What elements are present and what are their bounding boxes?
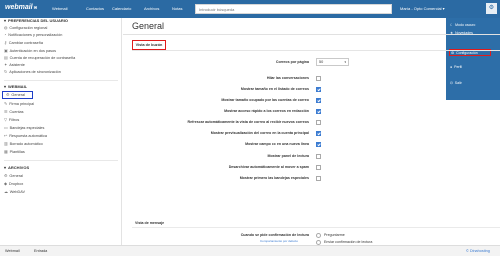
user-menu[interactable]: María - Opto Comercial ▾	[400, 0, 445, 18]
nav-notes[interactable]: Notas	[172, 0, 182, 18]
option-label: Hilar las conversaciones	[266, 76, 309, 80]
option-label: Mostrar tamaño ocupado por las cuentas d…	[221, 98, 309, 102]
status-webmail[interactable]: Webmail	[5, 246, 20, 256]
sidebar-item-2fa[interactable]: ▣ Autenticación en dos pasos	[4, 48, 56, 54]
option-checkbox[interactable]	[316, 98, 321, 103]
template-icon: ▦	[4, 150, 8, 154]
main-content: General Vista de buzón Correos por págin…	[123, 18, 500, 245]
option-checkbox[interactable]	[316, 154, 321, 159]
accounts-icon: ☰	[4, 110, 8, 114]
mails-per-page-select[interactable]: 50 ▾	[316, 58, 349, 66]
bell-icon: ◔	[4, 33, 7, 37]
chevron-down-icon: ▾	[344, 60, 346, 64]
chevron-down-icon: ▾	[4, 18, 7, 23]
nav-calendar[interactable]: Calendario	[112, 0, 131, 18]
option-label: Mostrar primero las bandejas especiales	[239, 176, 309, 180]
sidebar-item-assistant[interactable]: ✦ Asistente	[4, 62, 25, 68]
sidebar-item-files-general[interactable]: ⚙ General	[4, 173, 23, 179]
reply-icon: ↩	[4, 134, 8, 138]
divider	[4, 80, 118, 81]
tab-mailbox-view[interactable]: Vista de buzón	[132, 40, 166, 50]
sidebar-item-accounts[interactable]: ☰ Cuentas	[4, 109, 24, 115]
sidebar-item-general[interactable]: ⚙ General	[2, 91, 33, 99]
option-checkbox[interactable]	[316, 165, 321, 170]
sidebar-item-special-folders[interactable]: ▭ Bandejas especiales	[4, 125, 44, 131]
cloud-icon: ☁	[4, 190, 8, 194]
sidebar-item-recovery[interactable]: ▤ Cuenta de recuperación de contraseña	[4, 55, 75, 61]
option-label: Mostrar panel de lectura	[267, 154, 309, 158]
sidebar-item-dropbox[interactable]: ◆ Dropbox	[4, 181, 23, 187]
nav-contacts[interactable]: Contactos	[86, 0, 104, 18]
divider	[132, 227, 500, 228]
gear-icon: ⚙	[4, 174, 8, 178]
radio-ask[interactable]	[316, 233, 321, 238]
sidebar-item-signature[interactable]: ✎ Firma principal	[4, 101, 34, 107]
option-checkbox[interactable]	[316, 142, 321, 147]
lock-icon: ▣	[4, 49, 8, 53]
option-label: Mostrar tamaño en el listado de correos	[240, 87, 309, 91]
status-brand: © Dinahosting	[466, 249, 490, 253]
sidebar-item-sync[interactable]: ↻ Aplicaciones de sincronización	[4, 69, 61, 75]
mails-per-page-label: Correos por página	[275, 60, 309, 64]
option-label: Refrescar automáticamente la vista de co…	[187, 120, 309, 124]
option-label: Mostrar campo cc en una nueva linea	[245, 142, 309, 146]
mail-icon: ✉	[32, 5, 38, 10]
option-label: Desarchivar automáticamente al mover a s…	[228, 165, 309, 169]
radio-ask-label: Preguntarme	[324, 233, 345, 237]
option-checkbox[interactable]	[316, 87, 321, 92]
pen-icon: ✎	[4, 102, 8, 106]
search-input[interactable]	[196, 5, 391, 13]
gear-icon[interactable]: ⚙	[486, 3, 497, 14]
filter-icon: ▽	[4, 118, 7, 122]
option-checkbox[interactable]	[316, 76, 321, 81]
reading-section-title: Vista de mensaje	[135, 221, 165, 225]
divider	[123, 34, 500, 35]
option-label: Mostrar previsualización del correo en l…	[210, 131, 309, 135]
option-checkbox[interactable]	[316, 120, 321, 125]
nav-webmail[interactable]: Webmail	[52, 0, 68, 18]
section-files[interactable]: ▾ ARCHIVOS	[4, 165, 29, 170]
option-checkbox[interactable]	[316, 131, 321, 136]
sidebar-item-password[interactable]: ⚷ Cambiar contraseña	[4, 40, 43, 46]
trash-icon: ▥	[4, 142, 8, 146]
radio-send-confirmation-label: Enviar confirmación de lectura	[324, 240, 373, 244]
sidebar-item-autoreply[interactable]: ↩ Respuesta automática	[4, 133, 47, 139]
status-bar: Webmail Entrada © Dinahosting	[0, 245, 500, 256]
option-checkbox[interactable]	[316, 176, 321, 181]
sidebar-item-templates[interactable]: ▦ Plantillas	[4, 149, 25, 155]
key-icon: ⚷	[4, 41, 7, 45]
section-preferences[interactable]: ▾ PREFERENCIAS DEL USUARIO	[4, 18, 68, 23]
divider	[4, 160, 118, 161]
globe-icon: ◍	[4, 26, 8, 30]
sidebar-item-notifications[interactable]: ◔ Notificaciones y personalización	[4, 32, 62, 38]
divider	[132, 50, 500, 51]
chevron-down-icon: ▾	[4, 165, 7, 170]
sidebar-item-regional[interactable]: ◍ Configuración regional	[4, 25, 47, 31]
search-box	[195, 4, 392, 14]
sidebar: ▾ PREFERENCIAS DEL USUARIO ◍ Configuración…	[0, 18, 122, 245]
wand-icon: ✦	[4, 63, 8, 67]
gear-icon: ⚙	[6, 93, 10, 97]
confirm-label: Cuando se pide confirmación de lectura	[240, 233, 309, 237]
folder-icon: ▭	[4, 126, 8, 130]
recovery-icon: ▤	[4, 56, 8, 60]
sidebar-item-autodelete[interactable]: ▥ Borrado automático	[4, 141, 43, 147]
confirm-hint: Comportamiento por defecto	[260, 239, 299, 243]
sidebar-item-webdav[interactable]: ☁ WebDAV	[4, 189, 25, 195]
app-logo[interactable]: webmail ✉	[5, 4, 37, 11]
section-webmail[interactable]: ▾ WEBMAIL	[4, 84, 27, 89]
page-title: General	[132, 21, 165, 31]
option-label: Mostrar acceso rápido a los correos en r…	[224, 109, 309, 113]
sidebar-item-filters[interactable]: ▽ Filtros	[4, 117, 19, 123]
nav-files[interactable]: Archivos	[144, 0, 159, 18]
status-inbox[interactable]: Entrada	[34, 246, 47, 256]
sync-icon: ↻	[4, 70, 8, 74]
top-navbar: webmail ✉ Webmail Contactos Calendario A…	[0, 0, 500, 18]
chevron-down-icon: ▾	[4, 84, 7, 89]
dropbox-icon: ◆	[4, 182, 7, 186]
option-checkbox[interactable]	[316, 109, 321, 114]
